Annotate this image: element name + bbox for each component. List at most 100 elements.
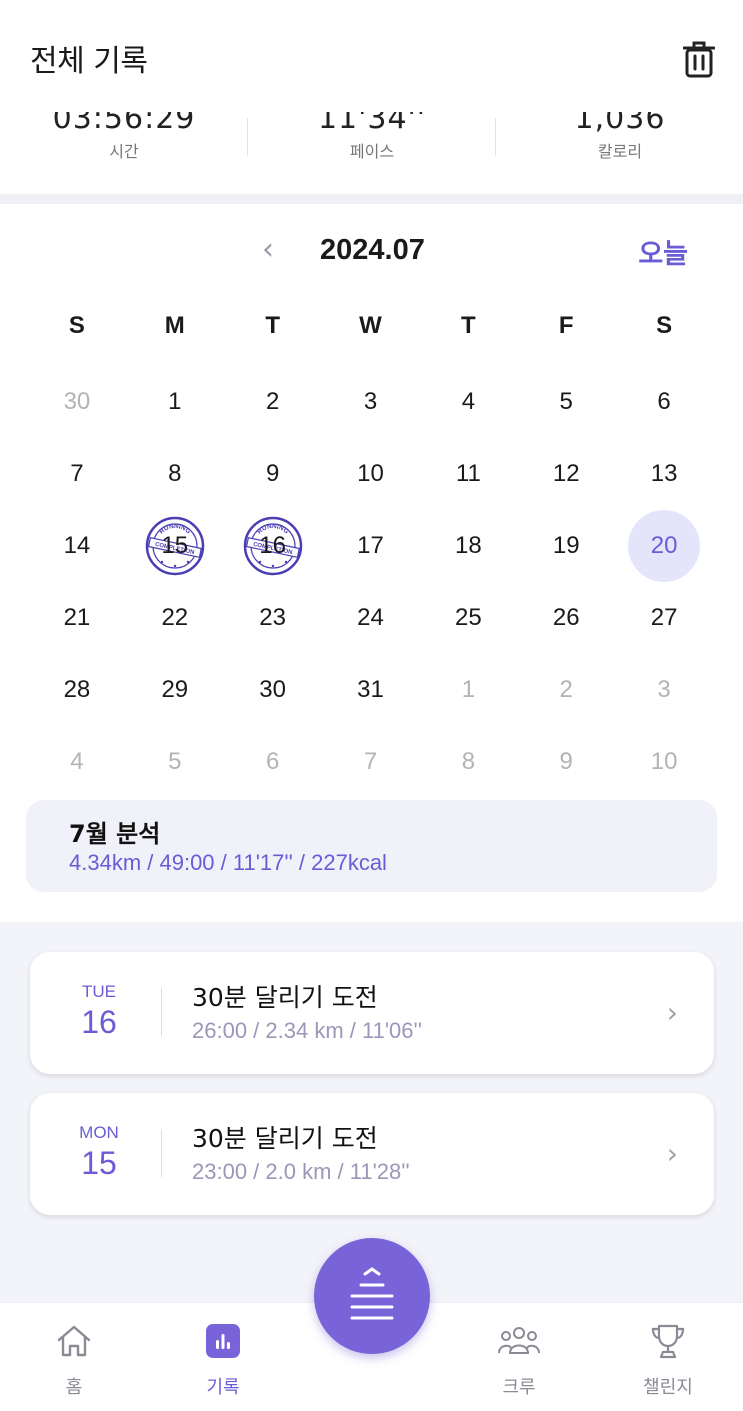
calendar-day[interactable]: 5 [126, 726, 224, 798]
nav-label: 홈 [65, 1377, 83, 1398]
calendar-day[interactable]: 9 [517, 726, 615, 798]
calendar-day[interactable]: RUNNING COMPLETION 15 [126, 510, 224, 582]
record-weekday: MON [79, 1123, 119, 1142]
nav-label: 챌린지 [643, 1377, 693, 1398]
calendar-day[interactable]: 8 [419, 726, 517, 798]
calendar-day[interactable]: 7 [28, 438, 126, 510]
record-title: 30분 달리기 도전 [192, 1124, 378, 1153]
calendar-day-label: 3 [657, 676, 671, 703]
chevron-right-icon: › [666, 996, 678, 1029]
nav-home[interactable]: 홈 [29, 1321, 119, 1399]
calendar-day[interactable]: 18 [419, 510, 517, 582]
calendar-day-label: 9 [265, 460, 280, 487]
record-day: 15 [81, 1145, 117, 1181]
calendar-day[interactable]: 25 [419, 582, 517, 654]
calendar-day[interactable]: 1 [126, 366, 224, 438]
record-card[interactable]: TUE 16 30분 달리기 도전 26:00 / 2.34 km / 11'0… [30, 952, 714, 1074]
stat-calories: 1,036 칼로리 [496, 112, 743, 162]
calendar-day[interactable]: 10 [615, 726, 713, 798]
nav-label: 기록 [206, 1377, 240, 1398]
calendar-day[interactable]: 19 [517, 510, 615, 582]
calendar-day-label: 20 [650, 532, 678, 559]
stat-calories-value: 1,036 [574, 112, 666, 136]
calendar-day-label: 16 [259, 532, 286, 559]
trash-icon[interactable] [682, 38, 716, 78]
nav-records[interactable]: 기록 [178, 1321, 268, 1399]
calendar-day[interactable]: 17 [322, 510, 420, 582]
calendar-day-label: 18 [455, 532, 482, 559]
calendar-day-label: 26 [552, 604, 580, 631]
calendar-day[interactable]: 24 [322, 582, 420, 654]
weekday-header: S M T W T F S [28, 312, 713, 352]
calendar-day[interactable]: 14 [28, 510, 126, 582]
calendar-day-label: 5 [559, 388, 573, 415]
menu-fab[interactable] [314, 1238, 430, 1354]
weekday-label: T [265, 312, 280, 339]
record-day: 16 [81, 1004, 117, 1040]
calendar-week-row: 30 1 2 3 4 5 6 [28, 366, 713, 438]
calendar-day-label: 24 [357, 604, 384, 631]
record-summary: 26:00 / 2.34 km / 11'06'' [192, 1018, 422, 1043]
stat-time-value: 03:56:29 [52, 112, 196, 136]
calendar-day[interactable]: 4 [419, 366, 517, 438]
stat-pace-label: 페이스 [349, 142, 395, 161]
calendar-day[interactable]: 3 [322, 366, 420, 438]
record-card[interactable]: MON 15 30분 달리기 도전 23:00 / 2.0 km / 11'28… [30, 1093, 714, 1215]
crew-icon [474, 1321, 564, 1361]
calendar-day-label: 7 [363, 748, 378, 775]
calendar-day[interactable]: 30 [28, 366, 126, 438]
calendar-day-label: 17 [357, 532, 384, 559]
calendar-day[interactable]: 12 [517, 438, 615, 510]
calendar-day[interactable]: 6 [224, 726, 322, 798]
calendar-day-label: 5 [168, 748, 182, 775]
stat-pace-value: 11'34'' [317, 112, 427, 136]
calendar-day-today[interactable]: 20 [615, 510, 713, 582]
calendar-week-row: 4 5 6 7 8 9 10 [28, 726, 713, 798]
calendar-day[interactable]: 31 [322, 654, 420, 726]
stat-time-label: 시간 [109, 142, 139, 161]
summary-stats: 03:56:29 시간 11'34'' 페이스 1,036 칼로리 [0, 112, 743, 194]
calendar-day[interactable]: 8 [126, 438, 224, 510]
calendar-day-label: 23 [259, 604, 286, 631]
record-weekday: TUE [82, 982, 116, 1001]
nav-crew[interactable]: 크루 [474, 1321, 564, 1399]
calendar-day[interactable]: RUNNING COMPLETION 16 [224, 510, 322, 582]
calendar-day[interactable]: 29 [126, 654, 224, 726]
calendar-day[interactable]: 7 [322, 726, 420, 798]
page-title: 전체 기록 [30, 44, 148, 79]
calendar-week-row: 28 29 30 31 1 2 3 [28, 654, 713, 726]
menu-up-icon [350, 1267, 394, 1320]
calendar-day[interactable]: 21 [28, 582, 126, 654]
calendar-day-label: 31 [357, 676, 384, 703]
calendar-day[interactable]: 9 [224, 438, 322, 510]
calendar-day[interactable]: 13 [615, 438, 713, 510]
stat-pace: 11'34'' 페이스 [248, 112, 496, 162]
calendar-day[interactable]: 11 [419, 438, 517, 510]
calendar-day[interactable]: 5 [517, 366, 615, 438]
weekday-label: S [68, 312, 85, 339]
calendar-day-label: 4 [70, 748, 84, 775]
nav-challenge[interactable]: 챌린지 [623, 1321, 713, 1399]
today-button[interactable]: 오늘 [638, 232, 688, 271]
calendar-day[interactable]: 23 [224, 582, 322, 654]
calendar-day[interactable]: 2 [517, 654, 615, 726]
calendar-week-row: 14 RUNNING COMPLETION 15 RUNNING COMPLETION 16… [28, 510, 713, 582]
calendar-day[interactable]: 3 [615, 654, 713, 726]
calendar-day[interactable]: 28 [28, 654, 126, 726]
calendar-day[interactable]: 2 [224, 366, 322, 438]
calendar-day[interactable]: 30 [224, 654, 322, 726]
calendar-day[interactable]: 4 [28, 726, 126, 798]
calendar-day[interactable]: 1 [419, 654, 517, 726]
calendar-day[interactable]: 10 [322, 438, 420, 510]
monthly-analysis: 7월 분석 4.34km / 49:00 / 11'17'' / 227kcal [26, 800, 717, 892]
calendar-day[interactable]: 26 [517, 582, 615, 654]
calendar-day-label: 2 [559, 676, 573, 703]
calendar-day[interactable]: 6 [615, 366, 713, 438]
calendar-day[interactable]: 27 [615, 582, 713, 654]
calendar-day-label: 28 [63, 676, 91, 703]
calendar-day[interactable]: 22 [126, 582, 224, 654]
nav-label: 크루 [502, 1377, 536, 1398]
card-divider [161, 988, 162, 1036]
calendar-day-label: 6 [657, 388, 671, 415]
chevron-left-icon[interactable]: ‹ [262, 232, 274, 267]
